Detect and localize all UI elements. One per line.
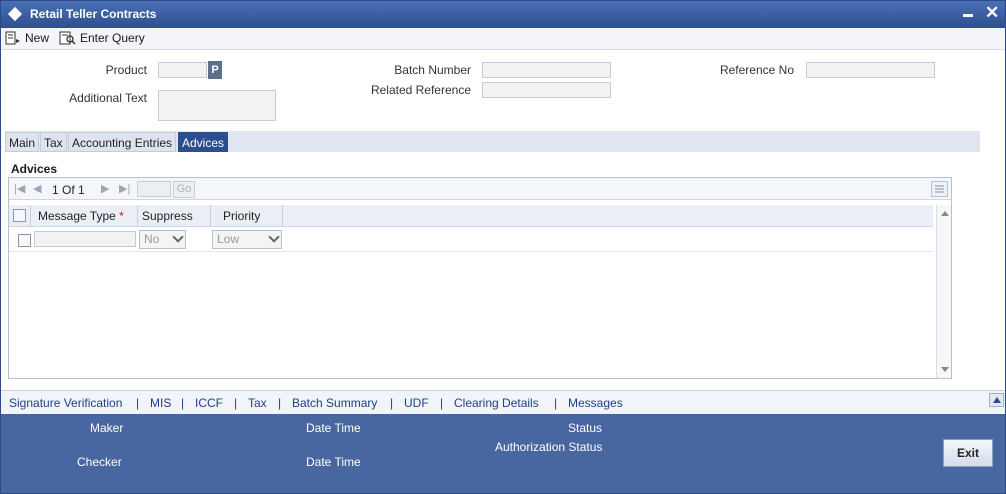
scroll-up-icon[interactable] (941, 211, 949, 216)
message-type-field[interactable] (34, 231, 136, 247)
link-separator: | (234, 396, 238, 410)
link-separator: | (136, 396, 140, 410)
link-messages[interactable]: Messages (568, 396, 623, 410)
checker-date-time-label: Date Time (306, 455, 361, 469)
new-label: New (25, 31, 50, 45)
reference-no-field[interactable] (806, 62, 935, 78)
grid-navigation: |◀ ◀ 1 Of 1 ▶ ▶| Go (9, 178, 951, 200)
enter-query-button[interactable]: Enter Query (59, 29, 145, 47)
reference-no-label: Reference No (719, 63, 794, 77)
last-page-icon[interactable]: ▶| (119, 182, 130, 195)
link-mis[interactable]: MIS (150, 396, 171, 410)
suppress-select[interactable]: No (139, 230, 186, 249)
priority-select[interactable]: Low (212, 230, 282, 249)
chevron-down-icon (172, 231, 184, 243)
link-separator: | (440, 396, 444, 410)
subsystem-links-bar: Signature Verification | MIS | ICCF | Ta… (1, 390, 1005, 414)
maker-label: Maker (90, 421, 124, 435)
additional-text-label: Additional Text (69, 91, 147, 105)
list-view-icon[interactable] (931, 181, 948, 197)
close-icon[interactable]: ✕ (985, 3, 999, 23)
product-lov-button[interactable]: P (208, 61, 222, 79)
app-diamond-icon (7, 6, 23, 22)
advices-section-title: Advices (11, 162, 58, 176)
previous-page-icon[interactable]: ◀ (33, 182, 41, 195)
enter-query-label: Enter Query (80, 31, 145, 45)
checker-label: Checker (77, 455, 122, 469)
link-tax[interactable]: Tax (248, 396, 267, 410)
related-reference-label: Related Reference (370, 83, 471, 97)
toolbar: New Enter Query (1, 28, 1005, 50)
vertical-scrollbar[interactable] (936, 205, 951, 378)
next-page-icon[interactable]: ▶ (101, 182, 109, 195)
select-all-checkbox[interactable] (13, 209, 26, 222)
window-title: Retail Teller Contracts (30, 7, 157, 21)
link-separator: | (181, 396, 185, 410)
link-separator: | (390, 396, 394, 410)
link-clearing-details[interactable]: Clearing Details (454, 396, 539, 410)
product-label: Product (105, 63, 147, 77)
authorization-status-label: Authorization Status (495, 440, 603, 454)
link-separator: | (278, 396, 282, 410)
exit-button[interactable]: Exit (943, 439, 993, 467)
row-select-checkbox[interactable] (18, 234, 31, 247)
scroll-down-icon[interactable] (941, 367, 949, 372)
maker-date-time-label: Date Time (306, 421, 361, 435)
header-select-cell (9, 205, 31, 227)
link-separator: | (554, 396, 558, 410)
chevron-down-icon (268, 231, 280, 243)
message-type-header: Message Type (38, 209, 116, 223)
batch-number-label: Batch Number (394, 63, 471, 77)
collapse-up-icon[interactable] (989, 393, 1004, 407)
new-button[interactable]: New (5, 29, 49, 47)
link-batch-summary[interactable]: Batch Summary (292, 396, 377, 410)
tab-accounting-entries[interactable]: Accounting Entries (68, 132, 177, 152)
enter-query-icon (59, 31, 76, 45)
additional-text-field[interactable] (158, 90, 276, 121)
suppress-value: No (144, 232, 160, 246)
grid-header: Message Type * Suppress Priority (9, 205, 933, 227)
page-indicator: 1 Of 1 (52, 183, 85, 197)
advices-grid: |◀ ◀ 1 Of 1 ▶ ▶| Go Message Type * Suppr… (8, 177, 952, 379)
product-field[interactable] (158, 62, 207, 78)
column-message-type[interactable]: Message Type * (31, 205, 138, 227)
new-icon (5, 31, 20, 45)
go-button[interactable]: Go (173, 181, 195, 198)
audit-footer: Maker Checker Date Time Date Time Status… (1, 414, 1005, 493)
status-label: Status (568, 421, 603, 435)
column-suppress[interactable]: Suppress (138, 205, 211, 227)
batch-number-field[interactable] (482, 62, 611, 78)
link-udf[interactable]: UDF (404, 396, 429, 410)
retail-teller-contracts-window: Retail Teller Contracts ✕ New Enter Quer… (0, 0, 1006, 494)
tab-strip: Main Tax Accounting Entries Advices (5, 131, 980, 152)
priority-value: Low (217, 232, 240, 246)
title-bar: Retail Teller Contracts ✕ (1, 1, 1005, 28)
tab-main[interactable]: Main (5, 132, 40, 152)
table-row: No Low (9, 228, 933, 252)
tab-advices[interactable]: Advices (178, 132, 229, 152)
first-page-icon[interactable]: |◀ (14, 182, 25, 195)
link-signature-verification[interactable]: Signature Verification (9, 396, 122, 410)
tab-tax[interactable]: Tax (40, 132, 67, 152)
column-priority[interactable]: Priority (211, 205, 283, 227)
page-number-input[interactable] (137, 181, 171, 197)
required-marker: * (119, 209, 124, 223)
link-iccf[interactable]: ICCF (195, 396, 223, 410)
related-reference-field[interactable] (482, 82, 611, 98)
minimize-icon[interactable] (963, 14, 973, 17)
